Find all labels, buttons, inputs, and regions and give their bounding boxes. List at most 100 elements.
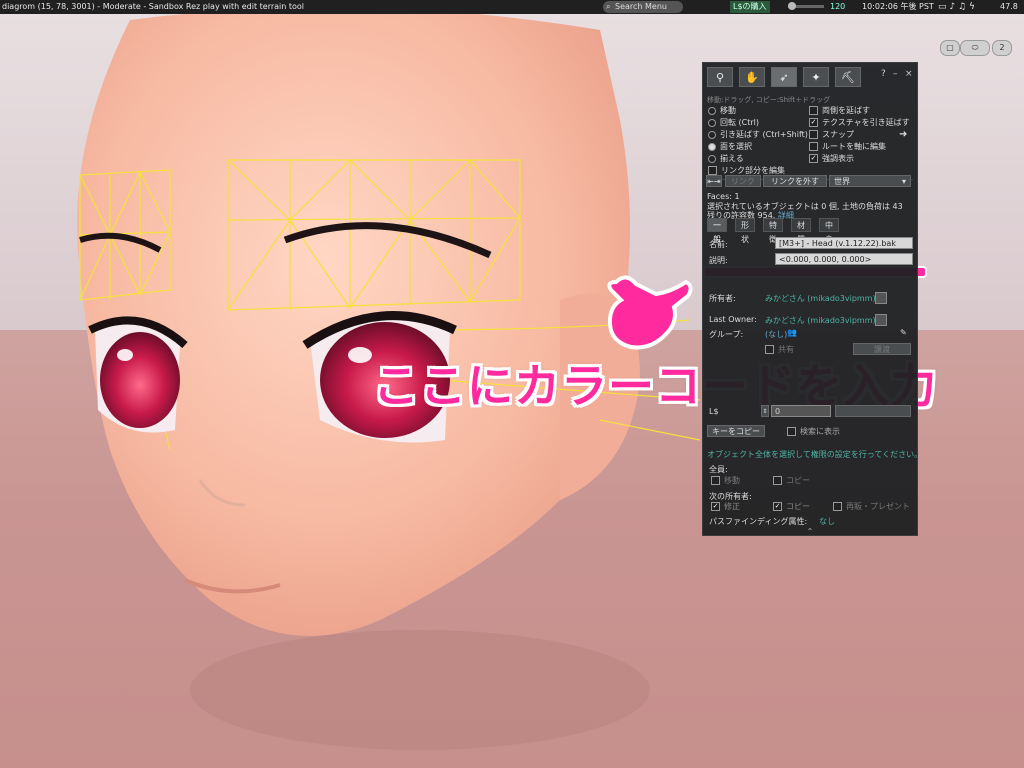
root-axis-check[interactable]: ルートを軸に編集 xyxy=(809,141,886,152)
create-tool-button[interactable]: ✦ xyxy=(803,67,829,87)
radio-button[interactable] xyxy=(708,130,716,139)
checkbox[interactable]: ✓ xyxy=(773,502,782,511)
land-tool-button[interactable]: ⛏ xyxy=(835,67,861,87)
tab-texture[interactable]: 材質 xyxy=(791,218,811,244)
move-tool-button[interactable]: ✋ xyxy=(739,67,765,87)
checkbox[interactable] xyxy=(773,476,782,485)
camera-controls[interactable]: ▢ ⬭ 2 xyxy=(940,40,1016,56)
radio-rotate[interactable]: 回転 (Ctrl) xyxy=(708,117,759,128)
speaker-icon[interactable]: ♪ xyxy=(949,2,955,12)
chevron-down-icon: ▾ xyxy=(901,177,906,186)
highlight-check[interactable]: ✓ 強調表示 xyxy=(809,153,854,164)
group-icon[interactable]: 👥 xyxy=(787,328,797,337)
collapse-chevron-icon[interactable]: ⌃ xyxy=(803,527,817,536)
snap-check[interactable]: スナップ xyxy=(809,129,854,140)
share-check[interactable]: 共有 xyxy=(765,344,794,355)
volume-slider[interactable] xyxy=(788,2,824,10)
tab-object[interactable]: 形状 xyxy=(735,218,755,244)
owner-profile-icon[interactable] xyxy=(875,292,887,304)
build-floater[interactable]: ⚲ ✋ ➶ ✦ ⛏ ? – × 移動:ドラッグ, コピー:Shift＋ドラッグ … xyxy=(702,62,922,536)
view-toggle-icon[interactable]: ⬭ xyxy=(960,40,990,56)
checkbox[interactable] xyxy=(711,476,720,485)
pencil-icon[interactable]: ✎ xyxy=(900,328,907,337)
name-field[interactable]: [M3+] - Head (v.1.12.22).bak xyxy=(775,237,913,249)
wifi-icon[interactable]: ϟ xyxy=(969,2,975,12)
radio-move[interactable]: 移動 xyxy=(708,105,736,116)
tab-features[interactable]: 特徴 xyxy=(763,218,783,244)
music-icon[interactable]: ♫ xyxy=(958,2,966,12)
checkbox[interactable]: ✓ xyxy=(809,118,818,127)
name-label: 名前: xyxy=(709,240,728,249)
check-label: スナップ xyxy=(822,130,854,139)
checkbox[interactable] xyxy=(765,345,774,354)
group-value[interactable]: (なし) xyxy=(765,329,787,340)
check-label: 両側を延ばす xyxy=(822,106,870,115)
checkbox[interactable]: ✓ xyxy=(809,154,818,163)
pathfinding-label: パスファインディング属性: xyxy=(709,517,808,526)
last-owner-value[interactable]: みかどさん (mikado3vipmm) xyxy=(765,315,876,326)
unlink-button[interactable]: リンクを外す xyxy=(763,175,827,187)
arrow-cursor-icon: ➶ xyxy=(779,71,789,84)
stepper-arrows-icon[interactable]: ⇕ xyxy=(761,405,769,417)
stretch-texture-check[interactable]: ✓ テクスチャを引き延ばす xyxy=(809,117,910,128)
camera-icon[interactable]: ▢ xyxy=(940,40,960,56)
desc-label: 説明: xyxy=(709,256,728,265)
edit-tool-button[interactable]: ➶ xyxy=(771,67,797,87)
radio-button[interactable] xyxy=(708,154,716,163)
ruler-select[interactable]: 世界 ▾ xyxy=(829,175,911,187)
share-label: 共有 xyxy=(778,345,794,354)
next-copy-check[interactable]: ✓ コピー xyxy=(773,501,810,512)
radio-label: 面を選択 xyxy=(720,142,752,151)
everyone-copy-check[interactable]: コピー xyxy=(773,475,810,486)
radio-stretch[interactable]: 引き延ばす (Ctrl+Shift) xyxy=(708,129,808,140)
tab-content[interactable]: 中身 xyxy=(819,218,839,244)
owner-label: 所有者: xyxy=(709,294,736,303)
link-button[interactable]: リンク xyxy=(725,175,761,187)
radio-button[interactable] xyxy=(708,106,716,115)
monitor-icon[interactable]: ▭ xyxy=(938,2,947,12)
radio-button[interactable] xyxy=(708,142,716,151)
owner-value[interactable]: みかどさん (mikado3vipmm) xyxy=(765,293,876,304)
sale-type-select[interactable] xyxy=(835,405,911,417)
radio-select-face[interactable]: 面を選択 xyxy=(708,141,752,152)
checkbox[interactable] xyxy=(787,427,796,436)
volume-knob[interactable] xyxy=(788,2,796,10)
price-field[interactable]: 0 xyxy=(771,405,831,417)
stretch-both-check[interactable]: 両側を延ばす xyxy=(809,105,870,116)
price-label: L$ xyxy=(709,407,719,416)
radio-button[interactable] xyxy=(708,118,716,127)
search-menu-button[interactable]: ⌕ Search Menu xyxy=(603,1,683,13)
tab-general[interactable]: 一般 xyxy=(707,218,727,244)
last-owner-profile-icon[interactable] xyxy=(875,314,887,326)
link-arrows-icon[interactable]: ⇤⇥ xyxy=(706,175,722,187)
checkbox[interactable] xyxy=(809,142,818,151)
status-bar: diagrom (15, 78, 3001) - Moderate - Sand… xyxy=(0,0,1024,14)
close-button[interactable]: × xyxy=(905,69,913,79)
help-button[interactable]: ? xyxy=(881,69,886,79)
next-transfer-check[interactable]: 再販・プレゼント xyxy=(833,501,910,512)
focus-tool-button[interactable]: ⚲ xyxy=(707,67,733,87)
copy-key-button[interactable]: キーをコピー xyxy=(707,425,765,437)
checkbox[interactable] xyxy=(833,502,842,511)
camera-badge[interactable]: 2 xyxy=(992,40,1012,56)
deed-button[interactable]: 譲渡 xyxy=(853,343,911,355)
permission-note: オブジェクト全体を選択して権限の設定を行ってください。 xyxy=(707,450,923,459)
checkbox[interactable] xyxy=(809,106,818,115)
checkbox[interactable] xyxy=(809,130,818,139)
wand-icon: ✦ xyxy=(811,71,821,84)
minimize-button[interactable]: – xyxy=(893,69,898,79)
show-in-search-label: 検索に表示 xyxy=(800,427,840,436)
description-field[interactable]: <0.000, 0.000, 0.000> xyxy=(775,253,913,265)
left-eye-highlight xyxy=(117,349,133,361)
show-in-search-check[interactable]: 検索に表示 xyxy=(787,426,840,437)
radio-label: 回転 (Ctrl) xyxy=(720,118,760,127)
radio-align[interactable]: 揃える xyxy=(708,153,744,164)
checkbox[interactable]: ✓ xyxy=(711,502,720,511)
buy-ls-button[interactable]: L$の購入 xyxy=(730,1,770,13)
snap-arrow-icon[interactable]: ➜ xyxy=(899,129,907,140)
next-modify-check[interactable]: ✓ 修正 xyxy=(711,501,740,512)
drag-hint: 移動:ドラッグ, コピー:Shift＋ドラッグ xyxy=(707,96,831,104)
everyone-move-check[interactable]: 移動 xyxy=(711,475,740,486)
radio-label: 揃える xyxy=(720,154,744,163)
checkbox[interactable] xyxy=(708,166,717,175)
